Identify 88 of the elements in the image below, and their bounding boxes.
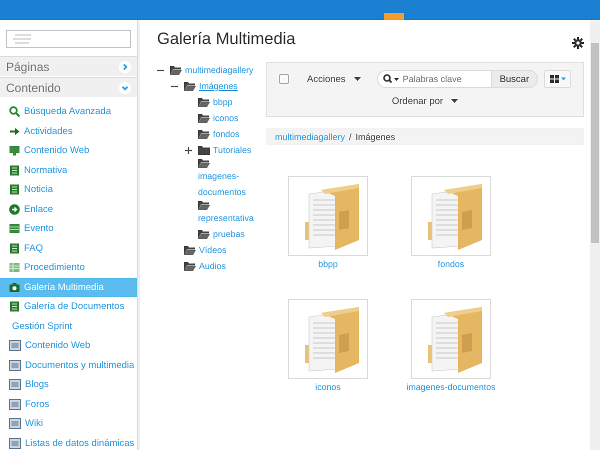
window-icon [9, 418, 21, 430]
sidebar-item[interactable]: Galería Multimedia [0, 278, 137, 297]
search-icon[interactable] [382, 74, 399, 84]
sidebar-item[interactable]: Enlace [0, 200, 137, 219]
folder-name[interactable]: iconos [315, 382, 341, 392]
tree-item[interactable]: imagenes-documentos [198, 168, 266, 200]
folder-name[interactable]: fondos [438, 259, 464, 269]
sidebar-item[interactable]: Listas de datos dinámicas [0, 434, 137, 450]
breadcrumb-current: Imágenes [356, 132, 396, 142]
sidebar-item[interactable]: FAQ [0, 238, 137, 258]
folder-icon [198, 113, 210, 123]
chevron-down-icon [119, 82, 131, 94]
folder-icon [198, 97, 210, 107]
folder-card[interactable] [288, 299, 368, 379]
sidebar-item[interactable]: Galería de Documentos [0, 297, 137, 316]
select-all-checkbox[interactable] [279, 74, 289, 84]
folder-icon [184, 261, 196, 271]
window-icon [9, 438, 21, 449]
sidebar-item[interactable]: Contenido Web [0, 336, 137, 356]
folder-icon [198, 145, 210, 155]
folder-card[interactable] [411, 299, 491, 379]
tree-item[interactable]: representativa [198, 210, 254, 226]
sidebar-item[interactable]: Evento [0, 219, 137, 238]
folder-card[interactable] [288, 176, 368, 256]
calendar-icon [9, 223, 20, 234]
section-header[interactable]: Contenido [0, 77, 137, 97]
actions-dropdown[interactable]: Acciones [303, 74, 365, 84]
keyword-search-field[interactable]: Palabras clave [376, 70, 491, 88]
spreadsheet-icon [9, 262, 20, 274]
folder-icon [184, 81, 196, 91]
folder-name[interactable]: bbpp [318, 259, 338, 269]
tree-item[interactable]: Vídeos [199, 242, 226, 258]
camera-icon [9, 282, 20, 293]
folder-icon [184, 245, 196, 255]
search-field[interactable] [6, 30, 131, 48]
folder-icon [198, 229, 210, 239]
window-icon [9, 379, 21, 390]
arrow-icon [9, 126, 20, 137]
sidebar-item[interactable]: Actividades [0, 122, 137, 141]
caret-icon [354, 77, 361, 81]
folder-icon [198, 158, 210, 168]
breadcrumb-separator: / [349, 132, 352, 142]
sidebar-item[interactable]: Contenido Web [0, 141, 137, 160]
document-icon [9, 164, 20, 176]
sidebar-item[interactable]: Wiki [0, 414, 137, 434]
folder-icon [170, 65, 182, 75]
sidebar-item[interactable]: Blogs [0, 375, 137, 394]
monitor-icon [9, 145, 20, 156]
tree-item[interactable]: fondos [213, 126, 240, 142]
caret-icon [451, 99, 458, 103]
window-icon [9, 340, 21, 352]
folder-card[interactable] [411, 176, 491, 256]
tree-item[interactable]: pruebas [213, 226, 245, 242]
section-header[interactable]: Páginas [0, 56, 137, 76]
tree-item[interactable]: multimediagallery [185, 62, 254, 78]
page-title: Galería Multimedia [157, 30, 296, 48]
sidebar-item[interactable]: Normativa [0, 160, 137, 180]
folder-icon [198, 129, 210, 139]
lines-icon [11, 34, 33, 44]
tree-item[interactable]: iconos [213, 110, 238, 126]
tree-item[interactable]: Audios [199, 258, 226, 274]
sort-dropdown[interactable]: Ordenar por [388, 96, 462, 106]
sidebar-item[interactable]: Búsqueda Avanzada [0, 102, 137, 122]
chevron-right-icon [119, 60, 131, 72]
expand-icon[interactable] [185, 146, 192, 154]
document-icon [9, 301, 20, 312]
tree-item[interactable]: Imágenes [199, 78, 238, 94]
breadcrumb-link[interactable]: multimediagallery [275, 132, 346, 142]
tree-item[interactable]: Tutoriales [213, 142, 252, 158]
tree-item[interactable]: bbpp [213, 94, 233, 110]
link-icon [9, 204, 20, 215]
window-icon [9, 360, 21, 371]
search-button[interactable]: Buscar [490, 70, 538, 88]
folder-icon [198, 200, 210, 210]
folder-name[interactable]: imagenes-documentos [406, 382, 496, 392]
document-icon [9, 242, 20, 254]
search-icon [9, 106, 20, 118]
sidebar-item[interactable]: Documentos y multimedia [0, 356, 137, 375]
settings-icon[interactable] [572, 37, 584, 49]
sidebar-item[interactable]: Foros [0, 394, 137, 414]
sidebar-item[interactable]: Noticia [0, 180, 137, 200]
document-icon [9, 184, 20, 196]
scrollbar-thumb[interactable] [591, 43, 599, 243]
view-toggle-button[interactable] [544, 70, 571, 88]
sidebar-item[interactable]: Procedimiento [0, 258, 137, 278]
sidebar-item[interactable]: Gestión Sprint [0, 316, 137, 336]
window-icon [9, 398, 21, 410]
grid-view-icon [550, 75, 566, 83]
